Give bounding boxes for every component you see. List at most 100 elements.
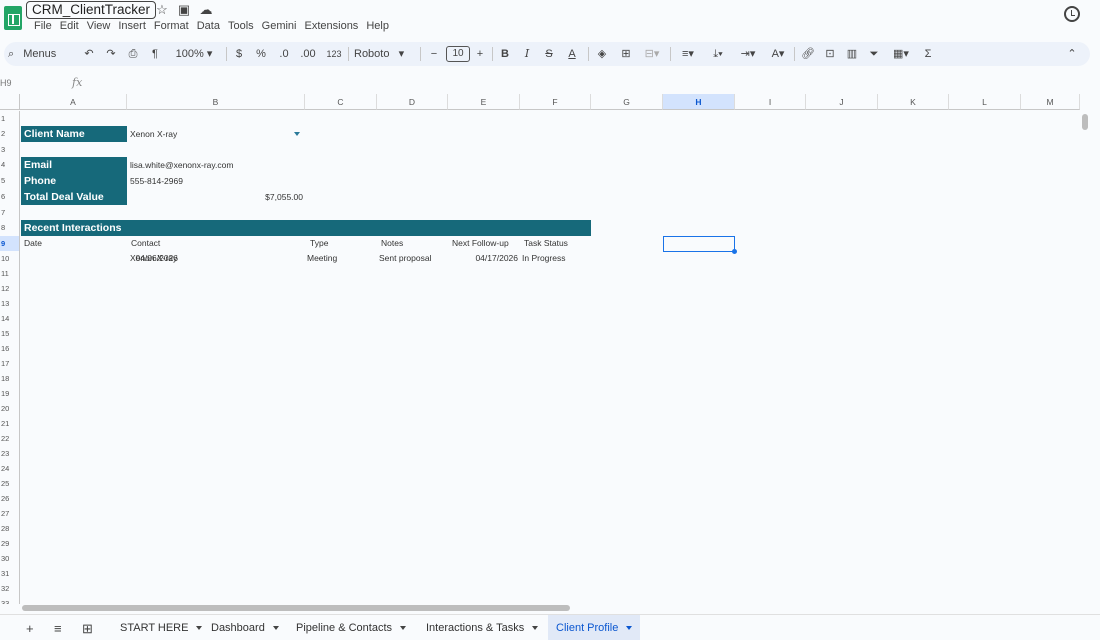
functions-icon[interactable]: Σ (920, 42, 936, 66)
fill-color-icon[interactable]: ◈ (594, 42, 610, 66)
row-header[interactable]: 5 (0, 173, 20, 189)
row-header[interactable]: 23 (0, 446, 20, 461)
row-header[interactable]: 2 (0, 126, 20, 142)
column-header-m[interactable]: M (1021, 94, 1080, 110)
chevron-down-icon[interactable] (626, 626, 633, 631)
client-name-value[interactable]: Xenon X-ray (130, 126, 177, 142)
font-select[interactable]: Roboto ▾ (354, 42, 414, 66)
star-icon[interactable]: ☆ (155, 2, 169, 18)
insert-comment-icon[interactable]: ⊡ (822, 42, 838, 66)
menu-tools[interactable]: Tools (224, 19, 258, 34)
zoom-select[interactable]: 100% ▾ (170, 42, 218, 66)
column-header-a[interactable]: A (20, 94, 127, 110)
row-header[interactable]: 8 (0, 220, 20, 236)
row-header[interactable]: 10 (0, 251, 20, 266)
selected-cell[interactable] (663, 236, 735, 252)
row-header[interactable]: 29 (0, 536, 20, 551)
row-header[interactable]: 13 (0, 296, 20, 311)
horizontal-scroll-thumb[interactable] (22, 605, 570, 611)
number-format-button[interactable]: 123 (324, 42, 344, 66)
move-folder-icon[interactable]: ▣ (177, 2, 191, 18)
merge-cells-icon[interactable]: ⊟▾ (640, 42, 664, 66)
menu-data[interactable]: Data (193, 19, 224, 34)
tab-interactions-tasks[interactable]: Interactions & Tasks (418, 615, 546, 640)
interaction-notes[interactable]: Sent proposal (379, 251, 431, 266)
row-header[interactable]: 9 (0, 236, 20, 251)
row-header[interactable]: 25 (0, 476, 20, 491)
column-header-k[interactable]: K (878, 94, 949, 110)
row-header[interactable]: 7 (0, 205, 20, 220)
borders-icon[interactable]: ⊞ (618, 42, 634, 66)
strikethrough-icon[interactable]: S (542, 42, 556, 66)
tab-dashboard[interactable]: Dashboard (203, 615, 287, 640)
interaction-followup[interactable]: 04/17/2026 (448, 251, 518, 266)
chevron-down-icon[interactable] (272, 626, 279, 631)
column-header-i[interactable]: I (735, 94, 806, 110)
decrease-font-size-button[interactable]: − (428, 42, 440, 66)
cloud-status-icon[interactable]: ☁ (199, 2, 213, 18)
document-title[interactable]: CRM_ClientTracker (26, 1, 157, 19)
sheets-logo-icon[interactable] (4, 6, 22, 30)
vertical-scrollbar[interactable] (1080, 110, 1090, 605)
row-header[interactable]: 18 (0, 371, 20, 386)
menu-insert[interactable]: Insert (114, 19, 150, 34)
row-header[interactable]: 1 (0, 111, 20, 126)
row-header[interactable]: 31 (0, 566, 20, 581)
phone-value[interactable]: 555-814-2969 (130, 173, 183, 189)
redo-icon[interactable]: ↷ (104, 42, 118, 66)
percent-button[interactable]: % (254, 42, 268, 66)
row-header[interactable]: 24 (0, 461, 20, 476)
horizontal-scrollbar[interactable] (20, 604, 1080, 612)
column-header-f[interactable]: F (520, 94, 591, 110)
chevron-down-icon[interactable] (532, 626, 539, 631)
column-header-h[interactable]: H (663, 94, 735, 110)
row-header[interactable]: 21 (0, 416, 20, 431)
text-rotation-icon[interactable]: A▾ (766, 42, 790, 66)
bold-icon[interactable]: B (498, 42, 512, 66)
column-header-j[interactable]: J (806, 94, 878, 110)
tab-client-profile[interactable]: Client Profile (548, 615, 641, 640)
vertical-align-icon[interactable]: ⤓▾ (706, 42, 730, 66)
increase-font-size-button[interactable]: + (474, 42, 486, 66)
row-header[interactable]: 20 (0, 401, 20, 416)
horizontal-align-icon[interactable]: ≡▾ (676, 42, 700, 66)
row-header[interactable]: 3 (0, 142, 20, 157)
row-header[interactable]: 4 (0, 157, 20, 173)
menu-help[interactable]: Help (362, 19, 393, 34)
col-header-followup[interactable]: Next Follow-up (452, 236, 509, 251)
column-header-e[interactable]: E (448, 94, 520, 110)
row-header[interactable]: 16 (0, 341, 20, 356)
increase-decimal-button[interactable]: .00 (298, 42, 318, 66)
filter-views-icon[interactable]: ▦▾ (888, 42, 914, 66)
row-header[interactable]: 19 (0, 386, 20, 401)
row-header[interactable]: 6 (0, 189, 20, 205)
row-header[interactable]: 12 (0, 281, 20, 296)
add-sheet-icon[interactable]: + (26, 621, 34, 636)
paint-format-icon[interactable]: ¶ (148, 42, 162, 66)
row-header[interactable]: 17 (0, 356, 20, 371)
col-header-contact[interactable]: Contact (131, 236, 160, 251)
insert-chart-icon[interactable]: ▥ (844, 42, 860, 66)
interaction-type[interactable]: Meeting (307, 251, 337, 266)
row-header[interactable]: 22 (0, 431, 20, 446)
search-menus[interactable]: ⌕ Menus (8, 42, 72, 66)
decrease-decimal-button[interactable]: .0 (276, 42, 292, 66)
email-value[interactable]: lisa.white@xenonx-ray.com (130, 157, 233, 173)
row-header[interactable]: 32 (0, 581, 20, 596)
version-history-icon[interactable] (1064, 6, 1080, 22)
text-color-icon[interactable]: A (564, 42, 580, 66)
menu-file[interactable]: File (30, 19, 56, 34)
menu-edit[interactable]: Edit (56, 19, 83, 34)
column-header-l[interactable]: L (949, 94, 1021, 110)
print-icon[interactable]: ⎙ (126, 42, 140, 66)
italic-icon[interactable]: I (520, 42, 534, 66)
chevron-down-icon[interactable] (196, 626, 203, 631)
collapse-toolbar-icon[interactable]: ⌃ (1064, 42, 1080, 66)
insert-link-icon[interactable]: 🔗︎ (800, 42, 816, 66)
undo-icon[interactable]: ↶ (82, 42, 96, 66)
currency-button[interactable]: $ (232, 42, 246, 66)
menu-view[interactable]: View (83, 19, 115, 34)
fill-handle[interactable] (732, 249, 737, 254)
menu-gemini[interactable]: Gemini (258, 19, 301, 34)
chevron-down-icon[interactable] (400, 626, 406, 631)
